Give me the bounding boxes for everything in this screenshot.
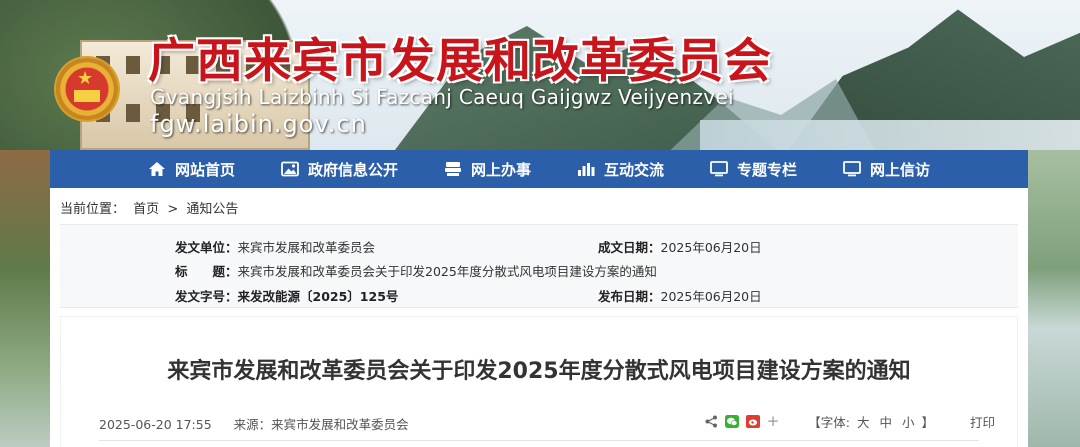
nav-home[interactable]: 网站首页	[125, 150, 258, 188]
font-size-medium[interactable]: 中	[879, 415, 892, 430]
meta-doc-number: 发文字号：来发改能源〔2025〕125号	[175, 286, 398, 305]
meta-label: 发文单位：	[175, 240, 238, 255]
meta-label: 成文日期：	[598, 240, 661, 255]
document-meta: 发文单位：来宾市发展和改革委员会 成文日期：2025年06月20日 标 题：来宾…	[60, 224, 1018, 308]
meta-label: 发布日期：	[598, 289, 661, 304]
home-icon	[148, 162, 165, 176]
meta-issuer: 发文单位：来宾市发展和改革委员会	[175, 237, 375, 256]
nav-label: 网站首页	[174, 160, 235, 179]
nav-label: 政府信息公开	[307, 160, 398, 179]
meta-value: 来宾市发展和改革委员会	[237, 240, 376, 255]
nav-label: 网上办事	[470, 160, 531, 179]
meta-label: 标 题：	[175, 264, 238, 279]
meta-value: 来发改能源〔2025〕125号	[237, 289, 399, 304]
breadcrumb-prefix: 当前位置：	[60, 202, 126, 217]
font-size-control: 【字体: 大 中 小 】	[808, 412, 934, 431]
font-size-large[interactable]: 大	[857, 415, 870, 430]
article-tools: + 【字体: 大 中 小 】 打印	[705, 412, 995, 431]
monitor-icon	[843, 161, 861, 177]
font-size-small[interactable]: 小	[902, 415, 915, 430]
article-source: 来源：来宾市发展和改革委员会	[233, 417, 409, 432]
article-datetime: 2025-06-20 17:55	[99, 417, 212, 432]
meta-value: 2025年06月20日	[660, 289, 762, 304]
meta-created: 成文日期：2025年06月20日	[598, 237, 762, 256]
more-share-icon[interactable]: +	[767, 414, 780, 429]
print-button[interactable]: 打印	[970, 412, 995, 431]
divider	[99, 440, 979, 441]
weibo-icon[interactable]	[745, 415, 760, 428]
side-scenery-right	[1028, 150, 1080, 447]
nav-online-service[interactable]: 网上办事	[421, 150, 554, 188]
breadcrumb-separator: >	[167, 202, 179, 217]
nav-label: 网上信访	[870, 160, 931, 179]
article-title: 来宾市发展和改革委员会关于印发2025年度分散式风电项目建设方案的通知	[167, 359, 911, 384]
breadcrumb: 当前位置： 首页 > 通知公告	[60, 198, 238, 217]
chart-bars-icon	[578, 163, 595, 176]
site-domain: fgw.laibin.gov.cn	[150, 110, 367, 138]
meta-published: 发布日期：2025年06月20日	[598, 286, 762, 305]
site-title: 广西来宾市发展和改革委员会	[148, 34, 772, 89]
share-icon[interactable]	[705, 415, 718, 428]
article-info: 2025-06-20 17:55 来源：来宾市发展和改革委员会	[99, 414, 427, 433]
nav-label: 互动交流	[604, 160, 665, 179]
nav-special-topics[interactable]: 专题专栏	[687, 150, 820, 188]
national-emblem-icon: ★	[56, 58, 118, 120]
service-icon	[444, 162, 461, 176]
meta-value: 2025年06月20日	[660, 240, 762, 255]
meta-label: 发文字号：	[175, 289, 238, 304]
nav-interaction[interactable]: 互动交流	[554, 150, 687, 188]
nav-gov-info[interactable]: 政府信息公开	[258, 150, 421, 188]
breadcrumb-current-link[interactable]: 通知公告	[186, 202, 238, 217]
meta-value: 来宾市发展和改革委员会关于印发2025年度分散式风电项目建设方案的通知	[237, 264, 657, 279]
meta-title: 标 题：来宾市发展和改革委员会关于印发2025年度分散式风电项目建设方案的通知	[175, 261, 657, 280]
image-icon	[281, 161, 299, 177]
font-size-prefix: 【字体:	[808, 415, 850, 430]
font-size-suffix: 】	[921, 415, 934, 430]
nav-petition[interactable]: 网上信访	[820, 150, 953, 188]
article: 来宾市发展和改革委员会关于印发2025年度分散式风电项目建设方案的通知 2025…	[60, 316, 1018, 447]
content-panel: 当前位置： 首页 > 通知公告 发文单位：来宾市发展和改革委员会 成文日期：20…	[50, 188, 1028, 447]
wechat-icon[interactable]	[724, 415, 739, 428]
nav-label: 专题专栏	[737, 160, 798, 179]
monitor-icon	[710, 161, 728, 177]
breadcrumb-home-link[interactable]: 首页	[133, 202, 159, 217]
side-scenery-left	[0, 150, 50, 447]
main-nav: 网站首页 政府信息公开 网上办事 互动交流 专题专栏 网上信访	[50, 150, 1028, 188]
site-zhuang-title: Gvangjsih Laizbinh Si Fazcanj Caeuq Gaij…	[150, 85, 734, 109]
